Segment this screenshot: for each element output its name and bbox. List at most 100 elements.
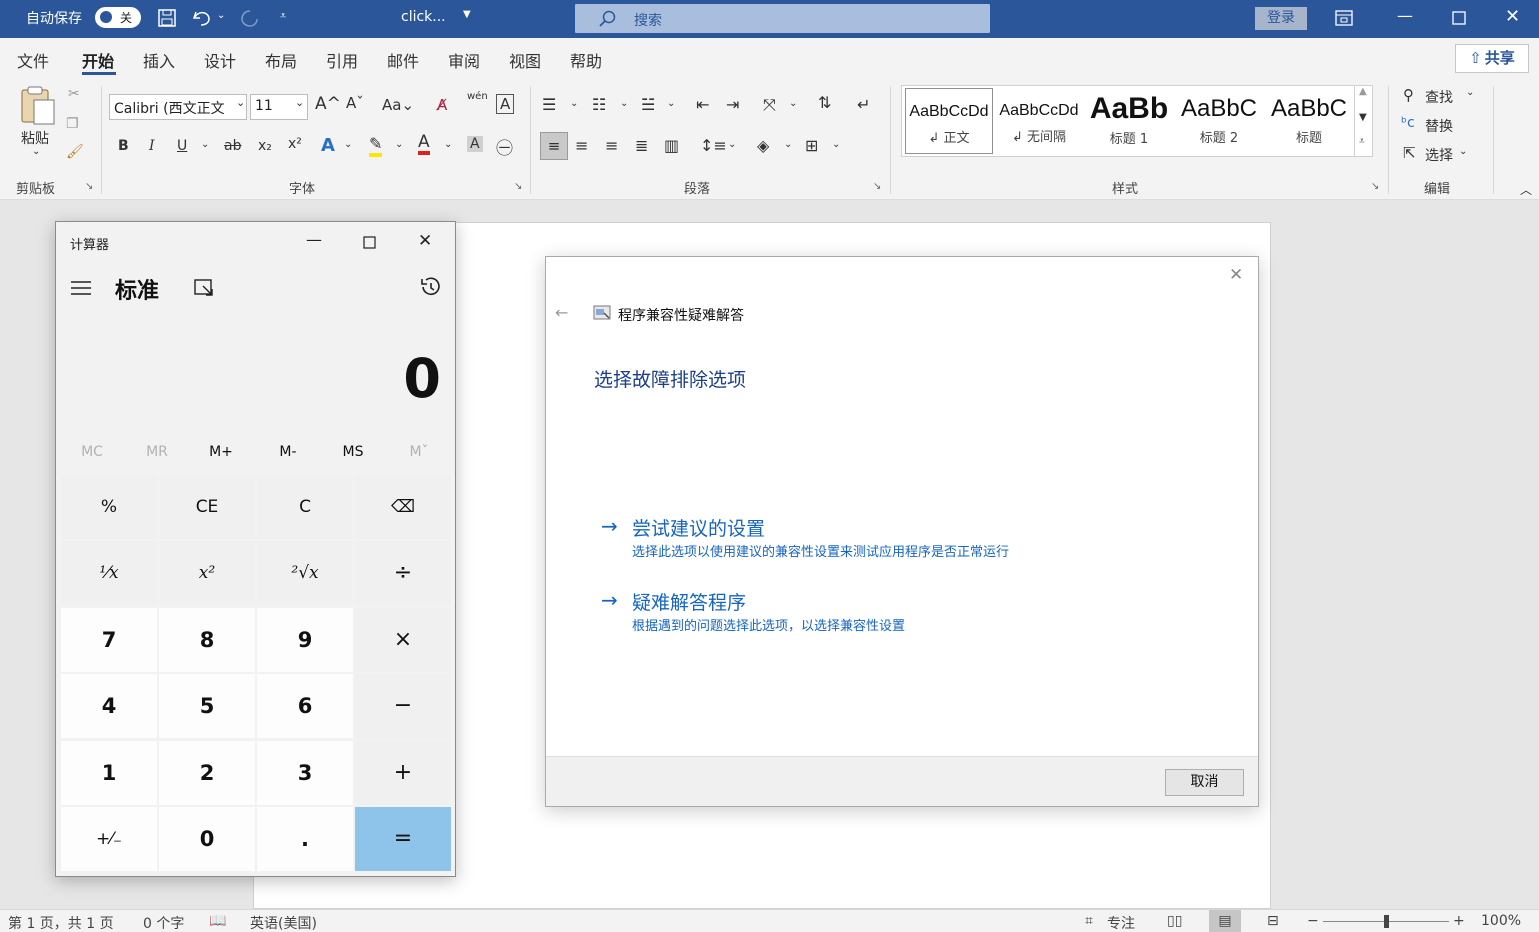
strikethrough-icon[interactable]: ab (224, 138, 241, 154)
styles-up-icon[interactable]: ▲ (1359, 86, 1367, 97)
document-title[interactable]: click... (401, 9, 446, 25)
paste-dropdown-icon[interactable]: ⌄ (32, 146, 40, 157)
collapse-ribbon-icon[interactable]: ︿ (1520, 181, 1532, 198)
find-dropdown-icon[interactable]: ⌄ (1466, 87, 1474, 98)
language[interactable]: 英语(美国) (250, 913, 317, 932)
italic-icon[interactable]: I (149, 138, 155, 154)
borders-icon[interactable]: ⊞ (805, 136, 818, 155)
print-layout-icon[interactable]: ▤ (1209, 910, 1241, 932)
align-left-icon[interactable]: ≡ (540, 132, 568, 160)
select-dropdown-icon[interactable]: ⌄ (1459, 146, 1467, 157)
highlight-icon[interactable]: ✎ (369, 134, 383, 157)
try-recommended-settings-link[interactable]: 尝试建议的设置 (632, 514, 765, 541)
styles-more-icon[interactable]: ⩡ (1359, 136, 1365, 147)
decrease-indent-icon[interactable]: ⇤ (696, 95, 709, 114)
history-icon[interactable] (418, 275, 442, 299)
zoom-out-icon[interactable]: − (1307, 913, 1319, 929)
customize-toolbar-icon[interactable]: ⩡ (280, 9, 286, 23)
tab-file[interactable]: 文件 (17, 48, 49, 72)
tab-layout[interactable]: 布局 (265, 48, 297, 72)
shrink-font-icon[interactable]: Aˇ (346, 94, 364, 112)
line-spacing-dropdown-icon[interactable]: ⌄ (728, 139, 736, 150)
digit-5-button[interactable]: 5 (159, 674, 255, 738)
underline-icon[interactable]: U (177, 138, 187, 154)
redo-icon[interactable] (239, 8, 261, 28)
phonetic-guide-icon[interactable]: wén (467, 91, 488, 102)
format-painter-icon[interactable]: 🖌 (66, 144, 84, 160)
align-right-icon[interactable]: ≡ (605, 136, 618, 155)
font-name-dropdown-icon[interactable]: ⌄ (236, 96, 245, 109)
tab-home[interactable]: 开始 (82, 48, 114, 72)
minimize-icon[interactable]: — (1397, 6, 1413, 25)
chinese-layout-dropdown-icon[interactable]: ⌄ (789, 98, 797, 109)
calc-close-icon[interactable]: ✕ (418, 231, 432, 251)
clipboard-launcher-icon[interactable]: ↘ (85, 181, 93, 192)
paragraph-launcher-icon[interactable]: ↘ (873, 181, 881, 192)
digit-6-button[interactable]: 6 (257, 674, 353, 738)
memory-clear-button[interactable]: MC (62, 444, 122, 460)
digit-4-button[interactable]: 4 (61, 674, 157, 738)
paste-label[interactable]: 粘贴 (21, 128, 49, 148)
cut-icon[interactable]: ✂ (68, 86, 80, 102)
font-color-icon[interactable]: A (418, 133, 430, 155)
distributed-icon[interactable]: ▥ (664, 136, 679, 155)
styles-down-icon[interactable]: ▼ (1359, 112, 1367, 123)
backspace-button[interactable]: ⌫ (355, 475, 451, 539)
select-button[interactable]: 选择 (1425, 145, 1453, 165)
subscript-icon[interactable]: x₂ (258, 138, 272, 154)
page-count[interactable]: 第 1 页，共 1 页 (8, 913, 114, 932)
find-button[interactable]: 查找 (1425, 87, 1453, 107)
tab-design[interactable]: 设计 (204, 48, 236, 72)
search-box[interactable]: 搜索 (575, 4, 990, 33)
numbering-icon[interactable]: ☷ (592, 95, 606, 114)
text-effects-dropdown-icon[interactable]: ⌄ (344, 139, 352, 150)
digit-2-button[interactable]: 2 (159, 741, 255, 805)
line-spacing-icon[interactable]: ↕≡ (700, 136, 727, 155)
maximize-icon[interactable] (1452, 11, 1466, 25)
superscript-icon[interactable]: x² (288, 136, 302, 152)
undo-dropdown-icon[interactable]: ⌄ (217, 10, 225, 21)
multilevel-dropdown-icon[interactable]: ⌄ (667, 98, 675, 109)
back-arrow-icon[interactable]: ← (555, 303, 568, 322)
bold-icon[interactable]: B (118, 138, 129, 154)
bullets-dropdown-icon[interactable]: ⌄ (570, 98, 578, 109)
text-effects-icon[interactable]: A (321, 135, 335, 156)
enclose-characters-icon[interactable]: ㊀ (496, 134, 513, 159)
memory-add-button[interactable]: M+ (191, 444, 251, 460)
memory-subtract-button[interactable]: M- (258, 444, 318, 460)
tab-view[interactable]: 视图 (509, 48, 541, 72)
digit-7-button[interactable]: 7 (61, 608, 157, 672)
font-launcher-icon[interactable]: ↘ (514, 181, 522, 192)
style-normal[interactable]: AaBbCcDd ↲ 正文 (905, 88, 993, 154)
character-shading-icon[interactable]: A (467, 136, 483, 152)
multilevel-list-icon[interactable]: ☱ (641, 95, 655, 114)
web-layout-icon[interactable]: ⊟ (1267, 913, 1279, 929)
undo-icon[interactable] (191, 8, 213, 28)
zoom-slider-thumb[interactable] (1384, 915, 1389, 928)
grow-font-icon[interactable]: A^ (315, 94, 341, 114)
zoom-in-icon[interactable]: + (1453, 913, 1465, 929)
styles-launcher-icon[interactable]: ↘ (1371, 181, 1379, 192)
tab-review[interactable]: 审阅 (448, 48, 480, 72)
troubleshoot-program-link[interactable]: 疑难解答程序 (632, 588, 746, 615)
title-dropdown-icon[interactable]: ▼ (463, 9, 471, 20)
memory-store-button[interactable]: MS (323, 444, 383, 460)
align-center-icon[interactable]: ≡ (575, 136, 588, 155)
shading-icon[interactable]: ◈ (757, 136, 769, 155)
borders-dropdown-icon[interactable]: ⌄ (832, 139, 840, 150)
calc-minimize-icon[interactable]: — (306, 230, 322, 249)
tab-help[interactable]: 帮助 (570, 48, 602, 72)
tab-insert[interactable]: 插入 (143, 48, 175, 72)
font-color-dropdown-icon[interactable]: ⌄ (444, 139, 452, 150)
clear-entry-button[interactable]: CE (159, 475, 255, 539)
paste-icon[interactable] (19, 86, 57, 126)
reciprocal-button[interactable]: ¹⁄x (61, 541, 157, 605)
replace-button[interactable]: 替换 (1425, 116, 1453, 136)
divide-button[interactable]: ÷ (355, 541, 451, 605)
square-button[interactable]: x² (159, 541, 255, 605)
digit-0-button[interactable]: 0 (159, 807, 255, 871)
save-icon[interactable] (157, 8, 177, 28)
add-button[interactable]: + (355, 741, 451, 805)
digit-8-button[interactable]: 8 (159, 608, 255, 672)
equals-button[interactable]: = (355, 807, 451, 871)
